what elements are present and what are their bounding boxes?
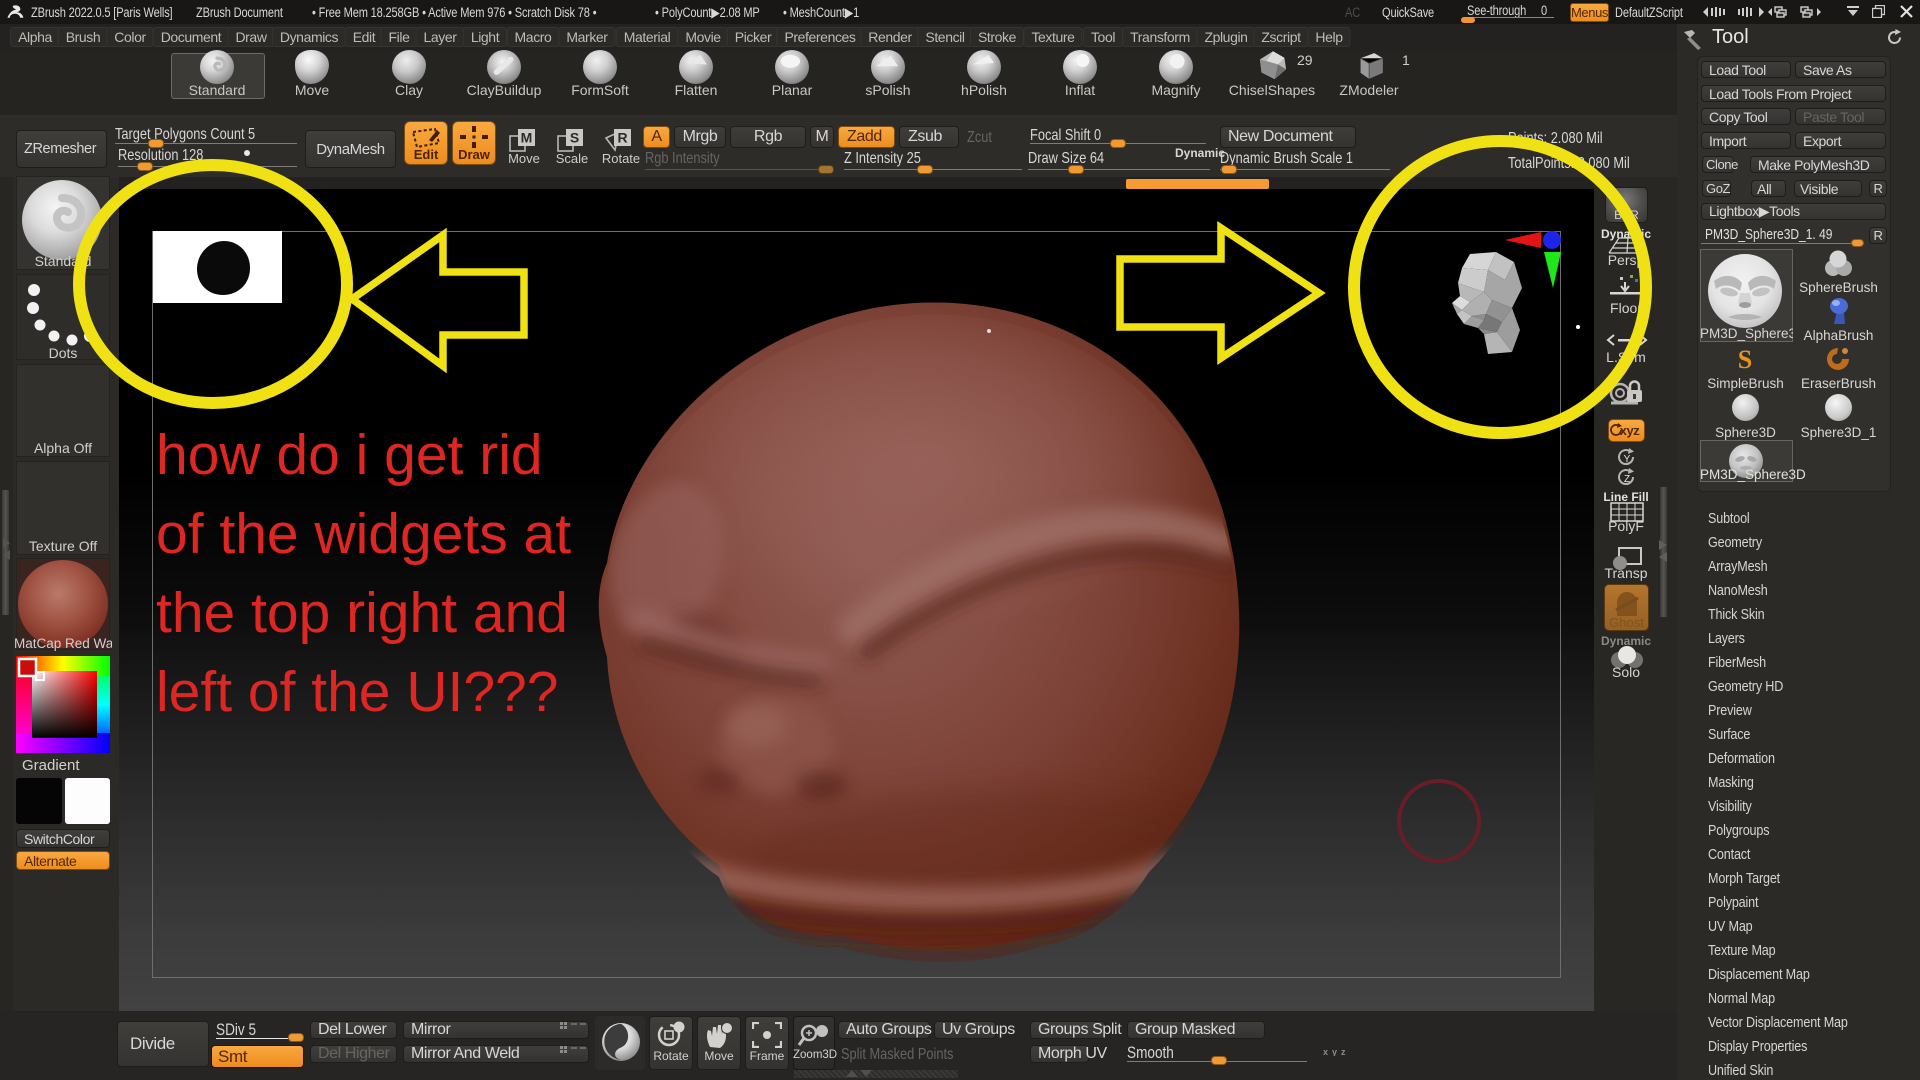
svg-text:R: R (617, 130, 627, 146)
svg-text:S: S (570, 130, 579, 146)
svg-text:Z: Z (1624, 474, 1630, 485)
svg-text:y: y (1332, 1047, 1337, 1056)
svg-text:x: x (1323, 1047, 1328, 1056)
svg-text:Y: Y (1624, 454, 1631, 465)
svg-text:M: M (521, 130, 533, 146)
svg-text:S: S (1738, 345, 1752, 373)
svg-text:z: z (1341, 1047, 1346, 1056)
